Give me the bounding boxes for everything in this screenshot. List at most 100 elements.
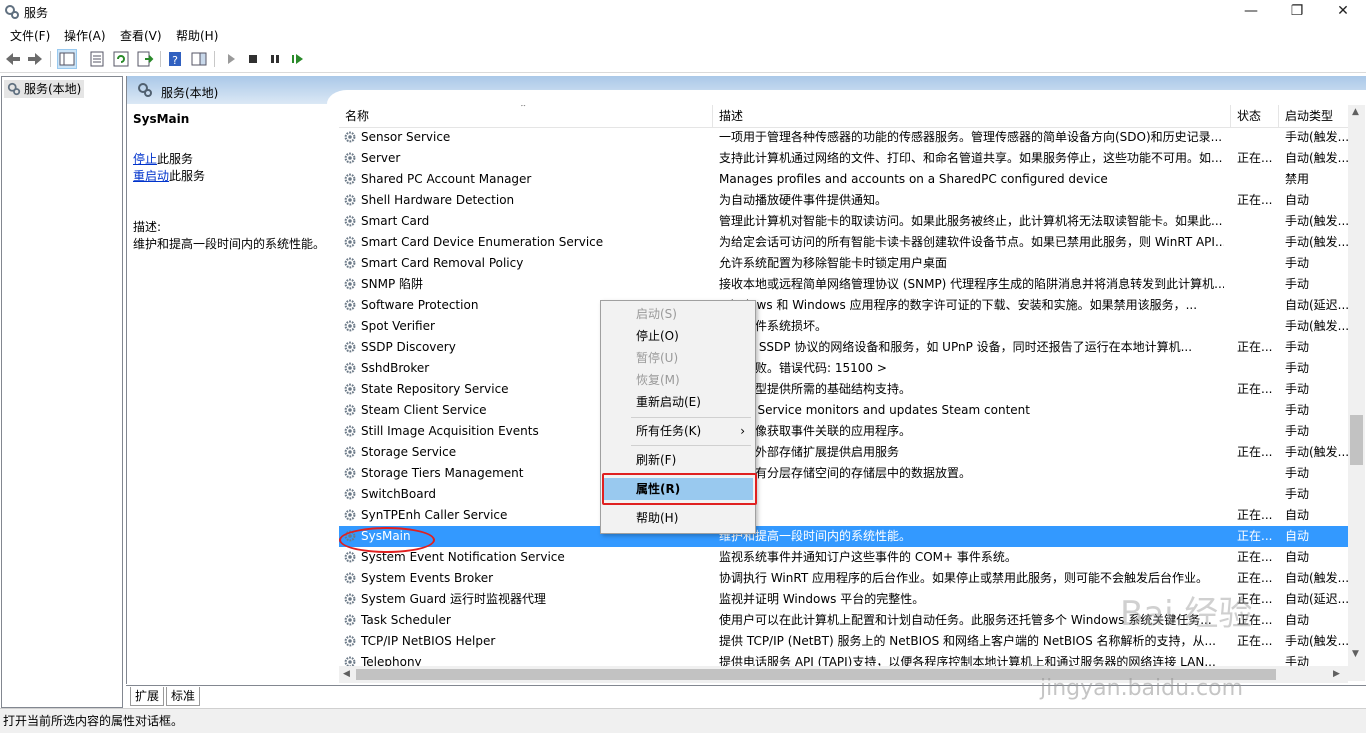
export-list-icon[interactable]	[136, 50, 154, 68]
menu-file[interactable]: 文件(F)	[10, 27, 50, 44]
service-gear-icon	[344, 593, 356, 605]
status-text: 打开当前所选内容的属性对话框。	[3, 714, 184, 728]
column-header-startup-type[interactable]: 启动类型	[1279, 105, 1349, 127]
close-button[interactable]: ✕	[1320, 0, 1366, 24]
table-row[interactable]: Smart Card 管理此计算机对智能卡的取读访问。如果此服务被终止，此计算机将…	[339, 211, 1349, 232]
service-name: Smart Card Removal Policy	[361, 256, 524, 270]
maximize-button[interactable]: ❐	[1274, 0, 1320, 24]
service-description: 管理此计算机对智能卡的取读访问。如果此服务被终止，此计算机将无法取读智能卡。如果…	[719, 214, 1223, 228]
service-startup-type: 手动	[1285, 424, 1310, 438]
table-row[interactable]: Smart Card Removal Policy 允许系统配置为移除智能卡时锁定…	[339, 253, 1349, 274]
title-bar: 服务 — ❐ ✕	[0, 0, 1366, 24]
service-gear-icon	[344, 383, 356, 395]
stop-service-link[interactable]: 停止	[133, 152, 157, 166]
table-row[interactable]: SwitchBoard 手动	[339, 484, 1349, 505]
menu-item-start[interactable]: 启动(S)	[603, 303, 753, 325]
table-row[interactable]: SshdBroker 描述失败。错误代码: 15100 > 手动	[339, 358, 1349, 379]
table-row[interactable]: Storage Tiers Management 统中所有分层存储空间的存储层中的…	[339, 463, 1349, 484]
pause-service-icon[interactable]	[266, 50, 284, 68]
table-row[interactable]: Spot Verifier 在的文件系统损坏。 手动(触发...	[339, 316, 1349, 337]
table-row[interactable]: Server 支持此计算机通过网络的文件、打印、和命名管道共享。如果服务停止，这些…	[339, 148, 1349, 169]
service-gear-icon	[344, 236, 356, 248]
service-status: 正在...	[1237, 445, 1273, 459]
menu-item-help[interactable]: 帮助(H)	[603, 507, 753, 529]
column-header-description[interactable]: 描述	[713, 105, 1231, 127]
service-startup-type: 自动	[1285, 550, 1310, 564]
service-status	[1237, 463, 1277, 484]
table-row[interactable]: Shell Hardware Detection 为自动播放硬件事件提供通知。 正在…	[339, 190, 1349, 211]
service-name: Smart Card	[361, 214, 430, 228]
vertical-scrollbar[interactable]: ▲ ▼	[1348, 105, 1365, 681]
help-icon[interactable]: ?	[166, 50, 184, 68]
service-description: 在的文件系统损坏。	[719, 319, 828, 333]
service-name: System Events Broker	[361, 571, 494, 585]
service-status: 正在...	[1237, 340, 1273, 354]
table-row[interactable]: Shared PC Account Manager Manages profile…	[339, 169, 1349, 190]
service-gear-icon	[344, 425, 356, 437]
menu-item-refresh[interactable]: 刷新(F)	[603, 449, 753, 471]
table-row[interactable]: Software Protection Windows 和 Windows 应用程…	[339, 295, 1349, 316]
scroll-right-arrow-icon[interactable]: ▶	[1333, 669, 1340, 679]
restart-service-link[interactable]: 重启动	[133, 169, 169, 183]
restart-service-icon[interactable]	[288, 50, 306, 68]
service-gear-icon	[344, 299, 356, 311]
svg-text:?: ?	[172, 54, 178, 67]
scroll-left-arrow-icon[interactable]: ◀	[343, 669, 350, 679]
service-name-cell: Sensor Service	[343, 127, 731, 148]
menu-item-pause[interactable]: 暂停(U)	[603, 347, 753, 369]
table-row[interactable]: Storage Service 设置和外部存储扩展提供启用服务 正在... 手动(触发…	[339, 442, 1349, 463]
table-row[interactable]: Sensor Service 一项用于管理各种传感器的功能的传感器服务。管理传感器…	[339, 127, 1349, 148]
table-row[interactable]: State Repository Service 程序模型提供所需的基础结构支持。…	[339, 379, 1349, 400]
service-startup-type: 禁用	[1285, 172, 1310, 186]
selected-service-name: SysMain	[133, 112, 190, 126]
forward-arrow-icon[interactable]	[26, 50, 44, 68]
table-row[interactable]: SSDP Discovery 了使用 SSDP 协议的网络设备和服务，如 UPnP…	[339, 337, 1349, 358]
minimize-button[interactable]: —	[1228, 0, 1274, 24]
table-row[interactable]: Steam Client Service Client Service monit…	[339, 400, 1349, 421]
service-name-cell: Shell Hardware Detection	[343, 190, 731, 211]
console-tree-icon[interactable]	[57, 49, 77, 69]
menu-help[interactable]: 帮助(H)	[176, 27, 218, 44]
vertical-scroll-thumb[interactable]	[1350, 415, 1363, 465]
table-row[interactable]: SynTPEnh Caller Service 正在... 自动	[339, 505, 1349, 526]
table-row[interactable]: System Event Notification Service 监视系统事件并…	[339, 547, 1349, 568]
tree-node-services-local[interactable]: 服务(本地)	[4, 80, 85, 98]
service-status	[1237, 400, 1277, 421]
menu-view[interactable]: 查看(V)	[120, 27, 162, 44]
service-gear-icon	[344, 614, 356, 626]
tab-extended[interactable]: 扩展	[130, 687, 165, 706]
service-description: Windows 和 Windows 应用程序的数字许可证的下载、安装和实施。如果…	[719, 298, 1198, 312]
annotation-oval	[339, 527, 435, 553]
column-header-status[interactable]: 状态	[1231, 105, 1279, 127]
service-name-cell: Smart Card	[343, 211, 731, 232]
service-status: 正在...	[1237, 550, 1273, 564]
service-gear-icon	[344, 635, 356, 647]
table-row[interactable]: Smart Card Device Enumeration Service 为给定…	[339, 232, 1349, 253]
start-service-icon[interactable]	[222, 50, 240, 68]
table-row[interactable]: Still Image Acquisition Events 静态映像获取事件关联…	[339, 421, 1349, 442]
menu-item-all-tasks[interactable]: 所有任务(K) ›	[603, 420, 753, 442]
stop-service-icon[interactable]	[244, 50, 262, 68]
menu-action[interactable]: 操作(A)	[64, 27, 106, 44]
properties-sheet-icon[interactable]	[88, 50, 106, 68]
menu-item-resume[interactable]: 恢复(M)	[603, 369, 753, 391]
show-hide-action-pane-icon[interactable]	[190, 50, 208, 68]
service-gear-icon	[344, 320, 356, 332]
service-name-cell: Task Scheduler	[343, 610, 731, 631]
service-startup-type: 手动	[1285, 487, 1310, 501]
table-row[interactable]: SysMain 维护和提高一段时间内的系统性能。 正在... 自动	[339, 526, 1349, 547]
refresh-icon[interactable]	[112, 50, 130, 68]
services-gear-icon	[138, 83, 152, 97]
service-name: Server	[361, 151, 401, 165]
service-name: Shared PC Account Manager	[361, 172, 532, 186]
tab-standard[interactable]: 标准	[166, 687, 201, 706]
menu-item-stop[interactable]: 停止(O)	[603, 325, 753, 347]
service-name-cell: SNMP 陷阱	[343, 274, 731, 295]
scroll-down-arrow-icon[interactable]: ▼	[1352, 649, 1359, 659]
service-name: SNMP 陷阱	[361, 277, 423, 291]
back-arrow-icon[interactable]	[4, 50, 22, 68]
table-row[interactable]: SNMP 陷阱 接收本地或远程简单网络管理协议 (SNMP) 代理程序生成的陷阱消…	[339, 274, 1349, 295]
menu-item-restart[interactable]: 重新启动(E)	[603, 391, 753, 413]
column-header-name[interactable]: 名称 ⌃	[339, 105, 713, 127]
scroll-up-arrow-icon[interactable]: ▲	[1352, 107, 1359, 117]
